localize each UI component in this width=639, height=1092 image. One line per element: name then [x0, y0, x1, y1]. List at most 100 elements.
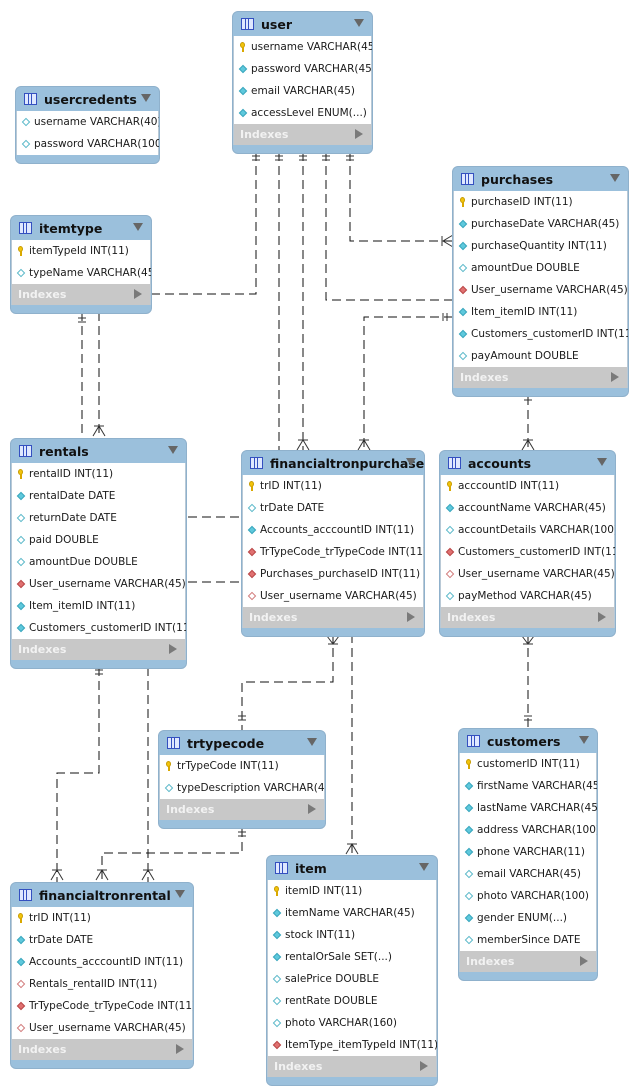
table-column[interactable]: rentalOrSale SET(...)	[268, 946, 436, 968]
table-column[interactable]: User_username VARCHAR(45)	[12, 1017, 192, 1039]
table-column[interactable]: username VARCHAR(40)	[17, 111, 159, 133]
expand-arrow-icon[interactable]	[580, 956, 588, 966]
table-customers[interactable]: customers customerID INT(11) firstName VAR…	[458, 728, 598, 981]
table-column[interactable]: purchaseQuantity INT(11)	[454, 235, 627, 257]
table-column[interactable]: accessLevel ENUM(...)	[234, 102, 371, 124]
table-column[interactable]: customerID INT(11)	[460, 753, 596, 775]
table-column[interactable]: Rentals_rentalID INT(11)	[12, 973, 192, 995]
table-header[interactable]: item	[267, 856, 437, 880]
table-column[interactable]: trDate DATE	[243, 497, 423, 519]
table-financialtronpurchase[interactable]: financialtronpurchase trID INT(11) trDate …	[241, 450, 425, 637]
collapse-arrow-icon[interactable]	[419, 863, 429, 871]
indexes-section[interactable]: Indexes	[233, 124, 372, 145]
expand-arrow-icon[interactable]	[611, 372, 619, 382]
table-financialtronrental[interactable]: financialtronrental trID INT(11) trDate DA…	[10, 882, 194, 1069]
table-column[interactable]: trID INT(11)	[12, 907, 192, 929]
table-trtypecode[interactable]: trtypecode trTypeCode INT(11) typeDescript…	[158, 730, 326, 829]
table-column[interactable]: rentalDate DATE	[12, 485, 185, 507]
table-column[interactable]: User_username VARCHAR(45)	[243, 585, 423, 607]
expand-arrow-icon[interactable]	[598, 612, 606, 622]
table-column[interactable]: Purchases_purchaseID INT(11)	[243, 563, 423, 585]
table-header[interactable]: accounts	[440, 451, 615, 475]
table-column[interactable]: Accounts_acccountID INT(11)	[12, 951, 192, 973]
table-header[interactable]: customers	[459, 729, 597, 753]
table-column[interactable]: accountName VARCHAR(45)	[441, 497, 614, 519]
indexes-section[interactable]: Indexes	[11, 639, 186, 660]
table-header[interactable]: purchases	[453, 167, 628, 191]
table-column[interactable]: acccountID INT(11)	[441, 475, 614, 497]
table-column[interactable]: itemTypeId INT(11)	[12, 240, 150, 262]
collapse-arrow-icon[interactable]	[579, 736, 589, 744]
table-rentals[interactable]: rentals rentalID INT(11) rentalDate DATE re…	[10, 438, 187, 669]
table-itemtype[interactable]: itemtype itemTypeId INT(11) typeName VARCH…	[10, 215, 152, 314]
table-column[interactable]: typeDescription VARCHAR(45)	[160, 777, 325, 799]
table-column[interactable]: User_username VARCHAR(45)	[454, 279, 628, 301]
table-column[interactable]: email VARCHAR(45)	[234, 80, 371, 102]
table-column[interactable]: Customers_customerID INT(11)	[12, 617, 186, 639]
table-column[interactable]: payAmount DOUBLE	[454, 345, 627, 367]
indexes-section[interactable]: Indexes	[453, 367, 628, 388]
expand-arrow-icon[interactable]	[176, 1044, 184, 1054]
table-column[interactable]: stock INT(11)	[268, 924, 436, 946]
table-column[interactable]: memberSince DATE	[460, 929, 596, 951]
table-column[interactable]: username VARCHAR(45)	[234, 36, 372, 58]
table-column[interactable]: itemName VARCHAR(45)	[268, 902, 436, 924]
table-header[interactable]: rentals	[11, 439, 186, 463]
table-column[interactable]: Accounts_acccountID INT(11)	[243, 519, 423, 541]
table-column[interactable]: returnDate DATE	[12, 507, 185, 529]
expand-arrow-icon[interactable]	[308, 804, 316, 814]
collapse-arrow-icon[interactable]	[597, 458, 607, 466]
expand-arrow-icon[interactable]	[407, 612, 415, 622]
table-column[interactable]: email VARCHAR(45)	[460, 863, 596, 885]
table-column[interactable]: rentRate DOUBLE	[268, 990, 436, 1012]
table-column[interactable]: Customers_customerID INT(11)	[441, 541, 615, 563]
indexes-section[interactable]: Indexes	[267, 1056, 437, 1077]
table-column[interactable]: accountDetails VARCHAR(100)	[441, 519, 615, 541]
table-header[interactable]: usercredents	[16, 87, 159, 111]
indexes-section[interactable]: Indexes	[440, 607, 615, 628]
table-user[interactable]: user username VARCHAR(45) password VARCHAR…	[232, 11, 373, 154]
table-column[interactable]: User_username VARCHAR(45)	[441, 563, 615, 585]
collapse-arrow-icon[interactable]	[133, 223, 143, 231]
table-column[interactable]: ItemType_itemTypeId INT(11)	[268, 1034, 437, 1056]
table-column[interactable]: password VARCHAR(100)	[17, 133, 159, 155]
table-usercredents[interactable]: usercredents username VARCHAR(40) password…	[15, 86, 160, 164]
table-column[interactable]: trDate DATE	[12, 929, 192, 951]
table-header[interactable]: itemtype	[11, 216, 151, 240]
expand-arrow-icon[interactable]	[420, 1061, 428, 1071]
table-column[interactable]: purchaseID INT(11)	[454, 191, 627, 213]
table-column[interactable]: rentalID INT(11)	[12, 463, 185, 485]
table-column[interactable]: TrTypeCode_trTypeCode INT(11)	[12, 995, 193, 1017]
table-column[interactable]: itemID INT(11)	[268, 880, 436, 902]
table-column[interactable]: phone VARCHAR(11)	[460, 841, 596, 863]
table-accounts[interactable]: accounts acccountID INT(11) accountName VA…	[439, 450, 616, 637]
table-column[interactable]: address VARCHAR(100)	[460, 819, 597, 841]
table-header[interactable]: financialtronrental	[11, 883, 193, 907]
table-header[interactable]: trtypecode	[159, 731, 325, 755]
table-column[interactable]: Item_itemID INT(11)	[454, 301, 627, 323]
table-column[interactable]: payMethod VARCHAR(45)	[441, 585, 614, 607]
table-column[interactable]: amountDue DOUBLE	[12, 551, 185, 573]
table-column[interactable]: Item_itemID INT(11)	[12, 595, 185, 617]
indexes-section[interactable]: Indexes	[11, 1039, 193, 1060]
table-header[interactable]: user	[233, 12, 372, 36]
table-column[interactable]: purchaseDate VARCHAR(45)	[454, 213, 627, 235]
collapse-arrow-icon[interactable]	[610, 174, 620, 182]
indexes-section[interactable]: Indexes	[159, 799, 325, 820]
collapse-arrow-icon[interactable]	[354, 19, 364, 27]
table-column[interactable]: User_username VARCHAR(45)	[12, 573, 186, 595]
collapse-arrow-icon[interactable]	[175, 890, 185, 898]
indexes-section[interactable]: Indexes	[459, 951, 597, 972]
table-column[interactable]: amountDue DOUBLE	[454, 257, 627, 279]
collapse-arrow-icon[interactable]	[406, 458, 416, 466]
table-column[interactable]: trID INT(11)	[243, 475, 423, 497]
expand-arrow-icon[interactable]	[134, 289, 142, 299]
table-column[interactable]: firstName VARCHAR(45)	[460, 775, 597, 797]
table-column[interactable]: Customers_customerID INT(11)	[454, 323, 628, 345]
table-column[interactable]: password VARCHAR(45)	[234, 58, 372, 80]
expand-arrow-icon[interactable]	[355, 129, 363, 139]
table-column[interactable]: paid DOUBLE	[12, 529, 185, 551]
table-column[interactable]: photo VARCHAR(100)	[460, 885, 596, 907]
table-column[interactable]: photo VARCHAR(160)	[268, 1012, 436, 1034]
collapse-arrow-icon[interactable]	[307, 738, 317, 746]
